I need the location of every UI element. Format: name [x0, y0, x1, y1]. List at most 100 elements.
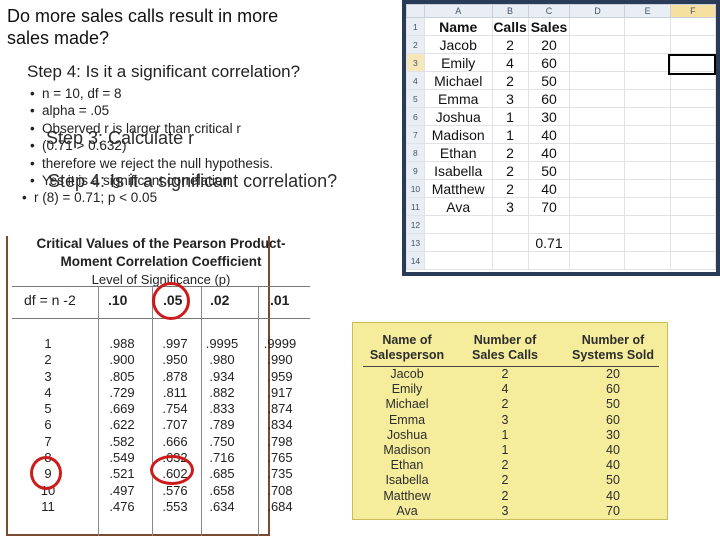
row-number[interactable]: 5 [406, 89, 425, 108]
sheet-cell[interactable] [669, 233, 716, 252]
sheet-cell[interactable]: 3 [491, 89, 529, 108]
sheet-cell[interactable] [624, 53, 671, 72]
row-number[interactable]: 6 [406, 107, 425, 126]
sheet-cell[interactable] [569, 215, 626, 234]
sheet-cell[interactable]: Emma [423, 89, 493, 108]
sheet-cell[interactable] [624, 35, 671, 54]
sheet-cell[interactable]: Isabella [423, 161, 493, 180]
row-number[interactable]: 8 [406, 143, 425, 162]
row-number[interactable]: 9 [406, 161, 425, 180]
sheet-cell[interactable] [624, 215, 671, 234]
sheet-cell[interactable] [569, 71, 626, 90]
sheet-cell[interactable] [624, 197, 671, 216]
sheet-cell[interactable]: 2 [491, 179, 529, 198]
sheet-cell[interactable]: Michael [423, 71, 493, 90]
sheet-cell[interactable] [624, 161, 671, 180]
row-number[interactable]: 1 [406, 17, 425, 36]
sheet-cell[interactable] [669, 125, 716, 144]
sheet-cell[interactable] [669, 161, 716, 180]
sheet-cell[interactable] [669, 197, 716, 216]
sheet-cell[interactable]: 20 [527, 35, 571, 54]
column-header[interactable]: A [423, 4, 493, 18]
sheet-cell[interactable]: 2 [491, 71, 529, 90]
row-number[interactable]: 3 [406, 53, 425, 72]
sheet-cell[interactable]: 40 [527, 125, 571, 144]
row-number[interactable]: 14 [406, 251, 425, 270]
sheet-cell[interactable]: 50 [527, 71, 571, 90]
sheet-cell[interactable]: 60 [527, 89, 571, 108]
sheet-cell[interactable] [527, 215, 571, 234]
sheet-cell[interactable]: 1 [491, 107, 529, 126]
sheet-cell[interactable]: 40 [527, 179, 571, 198]
sheet-cell[interactable] [569, 35, 626, 54]
row-number[interactable]: 7 [406, 125, 425, 144]
sheet-cell[interactable]: Jacob [423, 35, 493, 54]
sheet-cell[interactable]: Ava [423, 197, 493, 216]
sheet-cell[interactable] [491, 233, 529, 252]
sheet-cell[interactable] [624, 17, 671, 36]
sheet-cell[interactable] [527, 251, 571, 270]
sheet-cell[interactable] [569, 89, 626, 108]
column-header[interactable]: D [569, 4, 626, 18]
sheet-cell[interactable] [669, 215, 716, 234]
sheet-cell[interactable] [624, 89, 671, 108]
sheet-cell[interactable] [491, 215, 529, 234]
sheet-cell[interactable] [569, 125, 626, 144]
sheet-cell[interactable] [624, 143, 671, 162]
sheet-cell[interactable] [423, 251, 493, 270]
sheet-cell[interactable] [624, 179, 671, 198]
column-header[interactable]: E [624, 4, 671, 18]
sheet-cell[interactable]: 2 [491, 161, 529, 180]
sheet-cell[interactable]: 4 [491, 53, 529, 72]
sheet-cell[interactable]: 60 [527, 53, 571, 72]
sheet-cell[interactable]: Name [423, 17, 493, 36]
sheet-cell[interactable] [569, 179, 626, 198]
sheet-cell[interactable] [569, 197, 626, 216]
sheet-cell[interactable]: 2 [491, 143, 529, 162]
sheet-cell[interactable] [569, 107, 626, 126]
sheet-cell[interactable] [423, 215, 493, 234]
sheet-cell[interactable] [669, 107, 716, 126]
sheet-cell[interactable]: Sales [527, 17, 571, 36]
corner-cell[interactable] [406, 4, 425, 18]
sheet-cell[interactable]: Calls [491, 17, 529, 36]
sheet-cell[interactable] [669, 143, 716, 162]
sheet-cell[interactable] [624, 251, 671, 270]
column-header[interactable]: C [527, 4, 571, 18]
sheet-cell[interactable] [569, 53, 626, 72]
sheet-cell[interactable] [569, 17, 626, 36]
sheet-cell[interactable] [624, 125, 671, 144]
row-number[interactable]: 11 [406, 197, 425, 216]
sheet-cell[interactable] [569, 161, 626, 180]
sheet-cell[interactable] [669, 35, 716, 54]
sheet-cell[interactable] [669, 179, 716, 198]
selected-cell-outline[interactable] [668, 54, 716, 75]
sheet-cell[interactable]: 50 [527, 161, 571, 180]
sheet-cell[interactable]: 3 [491, 197, 529, 216]
sheet-cell[interactable]: 1 [491, 125, 529, 144]
column-header[interactable]: B [491, 4, 529, 18]
sheet-cell[interactable]: Ethan [423, 143, 493, 162]
sheet-cell[interactable]: 40 [527, 143, 571, 162]
sheet-cell[interactable] [491, 251, 529, 270]
sheet-cell[interactable]: 70 [527, 197, 571, 216]
row-number[interactable]: 2 [406, 35, 425, 54]
sheet-cell[interactable]: Joshua [423, 107, 493, 126]
sheet-cell[interactable]: Madison [423, 125, 493, 144]
correlation-result-cell[interactable]: 0.71 [527, 233, 571, 252]
row-number[interactable]: 10 [406, 179, 425, 198]
sheet-cell[interactable]: 30 [527, 107, 571, 126]
sheet-cell[interactable] [423, 233, 493, 252]
sheet-cell[interactable]: Emily [423, 53, 493, 72]
sheet-cell[interactable] [569, 233, 626, 252]
column-header-selected[interactable]: F [669, 4, 716, 18]
row-number[interactable]: 12 [406, 215, 425, 234]
row-number[interactable]: 4 [406, 71, 425, 90]
sheet-cell[interactable]: Matthew [423, 179, 493, 198]
sheet-cell[interactable] [624, 71, 671, 90]
sheet-cell[interactable] [669, 251, 716, 270]
sheet-cell[interactable] [569, 251, 626, 270]
sheet-cell[interactable] [569, 143, 626, 162]
sheet-cell[interactable]: 2 [491, 35, 529, 54]
row-number[interactable]: 13 [406, 233, 425, 252]
